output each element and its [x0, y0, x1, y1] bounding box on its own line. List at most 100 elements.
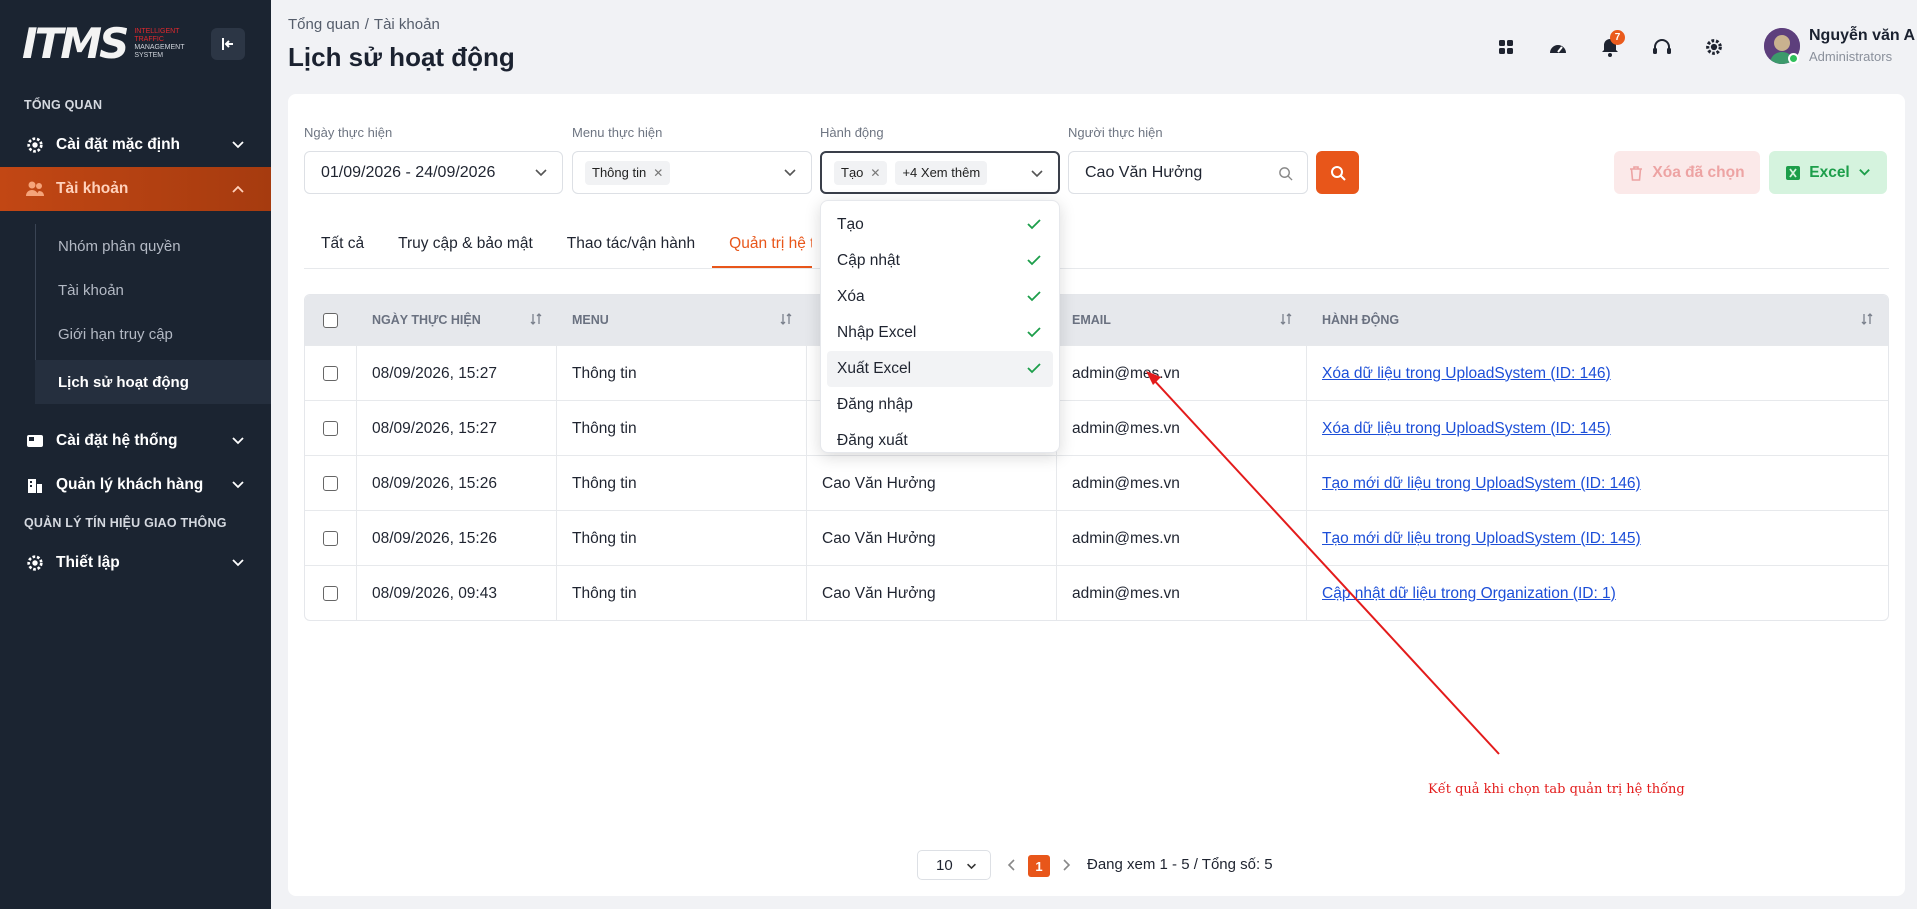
chevron-up-icon	[232, 185, 244, 193]
tab-divider	[304, 268, 1889, 269]
support-button[interactable]	[1646, 31, 1678, 63]
sidebar-item-setup[interactable]: Thiết lập	[0, 541, 271, 585]
activity-table: NGÀY THỰC HIỆN MENU EMAIL HÀNH ĐỘNG 08/0…	[304, 294, 1889, 621]
page-number-current[interactable]: 1	[1028, 855, 1050, 877]
collapse-icon	[222, 38, 233, 50]
sidebar-item-label: Cài đặt mặc định	[56, 136, 181, 153]
online-status-dot	[1788, 53, 1799, 64]
dropdown-option[interactable]: Nhập Excel	[827, 315, 1053, 351]
dropdown-option[interactable]: Xuất Excel	[827, 351, 1053, 387]
check-icon	[1027, 363, 1041, 374]
table-row[interactable]: 08/09/2026, 09:43 Thông tin Cao Văn Hưởng a…	[305, 565, 1888, 620]
search-icon	[1279, 167, 1293, 181]
date-range-picker[interactable]: 01/09/2026 - 24/09/2026	[304, 151, 563, 194]
row-checkbox[interactable]	[323, 421, 338, 436]
tab-operations[interactable]: Thao tác/vận hành	[550, 225, 712, 268]
date-filter-label: Ngày thực hiện	[304, 125, 393, 140]
table-row[interactable]: 08/09/2026, 15:26 Thông tin Cao Văn Hưởng a…	[305, 510, 1888, 566]
table-row[interactable]: 08/09/2026, 15:27 Thông tin admin@mes.vn Xó…	[305, 400, 1888, 456]
page-size-select[interactable]: 10	[917, 850, 991, 880]
tab-access-security[interactable]: Truy cập & bảo mật	[381, 225, 550, 268]
logo-subtitle: INTELLIGENT TRAFFIC MANAGEMENT SYSTEM	[134, 28, 185, 59]
dropdown-option[interactable]: Cập nhật	[827, 243, 1053, 279]
header-toolbar: 7	[1490, 30, 1730, 63]
column-header-email[interactable]: EMAIL	[1057, 295, 1307, 345]
column-header-menu[interactable]: MENU	[557, 295, 807, 345]
dropdown-option[interactable]: Đăng xuất	[827, 423, 1053, 452]
dropdown-option[interactable]: Xóa	[827, 279, 1053, 315]
users-icon	[24, 178, 46, 200]
chevron-down-icon	[784, 169, 796, 177]
chevron-down-icon	[535, 169, 547, 177]
sidebar-item-accounts[interactable]: Tài khoản	[0, 167, 271, 211]
cell-email: admin@mes.vn	[1057, 566, 1307, 620]
cell-user: Cao Văn Hưởng	[807, 566, 1057, 620]
user-role: Administrators	[1809, 49, 1893, 64]
user-filter-input[interactable]: Cao Văn Hưởng	[1068, 151, 1308, 194]
sidebar-item-system-settings[interactable]: Cài đặt hệ thống	[0, 419, 271, 463]
chevron-down-icon	[967, 863, 976, 870]
cell-action: Tạo mới dữ liệu trong UploadSystem (ID: …	[1307, 456, 1888, 511]
row-checkbox[interactable]	[323, 531, 338, 546]
collapse-sidebar-button[interactable]	[211, 28, 245, 60]
breadcrumb-accounts[interactable]: Tài khoản	[374, 16, 440, 33]
remove-tag-icon[interactable]: ✕	[870, 166, 880, 180]
dropdown-option[interactable]: Tạo	[827, 207, 1053, 243]
notifications-button[interactable]: 7	[1594, 30, 1626, 63]
menu-filter-select[interactable]: Thông tin ✕	[572, 151, 812, 194]
search-button[interactable]	[1316, 151, 1359, 194]
sidebar-subitem-access-limits[interactable]: Giới hạn truy cập	[35, 312, 271, 356]
table-row[interactable]: 08/09/2026, 15:27 Thông tin admin@mes.vn Xó…	[305, 345, 1888, 401]
table-header: NGÀY THỰC HIỆN MENU EMAIL HÀNH ĐỘNG	[305, 295, 1888, 345]
tab-system-admin[interactable]: Quản trị hệ t	[712, 225, 813, 268]
action-link[interactable]: Cập nhật dữ liệu trong Organization (ID:…	[1322, 585, 1616, 603]
delete-selected-button[interactable]: Xóa đã chọn	[1614, 151, 1760, 194]
sidebar-item-customers[interactable]: Quản lý khách hàng	[0, 463, 271, 507]
cell-email: admin@mes.vn	[1057, 401, 1307, 456]
sort-icon	[780, 313, 792, 325]
sidebar-item-label: Cài đặt hệ thống	[56, 432, 178, 449]
cell-action: Tạo mới dữ liệu trong UploadSystem (ID: …	[1307, 511, 1888, 566]
chevron-down-icon	[1858, 169, 1870, 176]
action-tag: Tạo ✕	[834, 160, 888, 185]
sidebar-subitem-permission-groups[interactable]: Nhóm phân quyền	[35, 224, 271, 268]
row-checkbox[interactable]	[323, 476, 338, 491]
action-dropdown-menu: Tạo Cập nhật Xóa Nhập Excel Xuất Excel Đăng n…	[820, 200, 1060, 453]
action-link[interactable]: Tạo mới dữ liệu trong UploadSystem (ID: …	[1322, 530, 1641, 548]
column-header-action[interactable]: HÀNH ĐỘNG	[1307, 295, 1888, 345]
action-link[interactable]: Tạo mới dữ liệu trong UploadSystem (ID: …	[1322, 475, 1641, 493]
settings-button[interactable]	[1698, 31, 1730, 63]
excel-icon	[1786, 165, 1801, 180]
sidebar-item-default-settings[interactable]: Cài đặt mặc định	[0, 123, 271, 167]
chevron-down-icon	[1031, 170, 1043, 178]
sidebar-subitem-accounts[interactable]: Tài khoản	[35, 268, 271, 312]
row-checkbox[interactable]	[323, 586, 338, 601]
dashboard-button[interactable]	[1542, 31, 1574, 63]
column-header-date[interactable]: NGÀY THỰC HIỆN	[357, 295, 557, 345]
table-row[interactable]: 08/09/2026, 15:26 Thông tin Cao Văn Hưởng a…	[305, 455, 1888, 511]
user-name[interactable]: Nguyễn văn A	[1809, 27, 1915, 45]
row-checkbox[interactable]	[323, 366, 338, 381]
next-page-icon[interactable]	[1060, 857, 1072, 873]
remove-tag-icon[interactable]: ✕	[653, 166, 663, 180]
grid-icon	[1499, 40, 1513, 54]
sidebar-subitem-activity-history[interactable]: Lịch sử hoạt động	[35, 360, 271, 404]
chevron-down-icon	[232, 141, 244, 149]
dropdown-option[interactable]: Đăng nhập	[827, 387, 1053, 423]
apps-button[interactable]	[1490, 31, 1522, 63]
tab-all[interactable]: Tất cả	[304, 225, 381, 268]
select-all-checkbox[interactable]	[323, 312, 338, 328]
previous-page-icon[interactable]	[1006, 857, 1018, 873]
page-title: Lịch sử hoạt động	[288, 42, 515, 72]
breadcrumb: Tổng quan / Tài khoản	[288, 16, 440, 33]
action-link[interactable]: Xóa dữ liệu trong UploadSystem (ID: 145)	[1322, 420, 1611, 438]
row-checkbox-cell	[305, 456, 357, 511]
excel-export-button[interactable]: Excel	[1769, 151, 1887, 194]
headset-icon	[1653, 39, 1671, 54]
row-checkbox-cell	[305, 566, 357, 620]
user-filter-label: Người thực hiện	[1068, 125, 1163, 140]
action-link[interactable]: Xóa dữ liệu trong UploadSystem (ID: 146)	[1322, 365, 1611, 383]
action-filter-label: Hành động	[820, 125, 884, 140]
action-filter-select[interactable]: Tạo ✕ +4 Xem thêm	[820, 151, 1060, 194]
breadcrumb-overview[interactable]: Tổng quan	[288, 16, 360, 33]
